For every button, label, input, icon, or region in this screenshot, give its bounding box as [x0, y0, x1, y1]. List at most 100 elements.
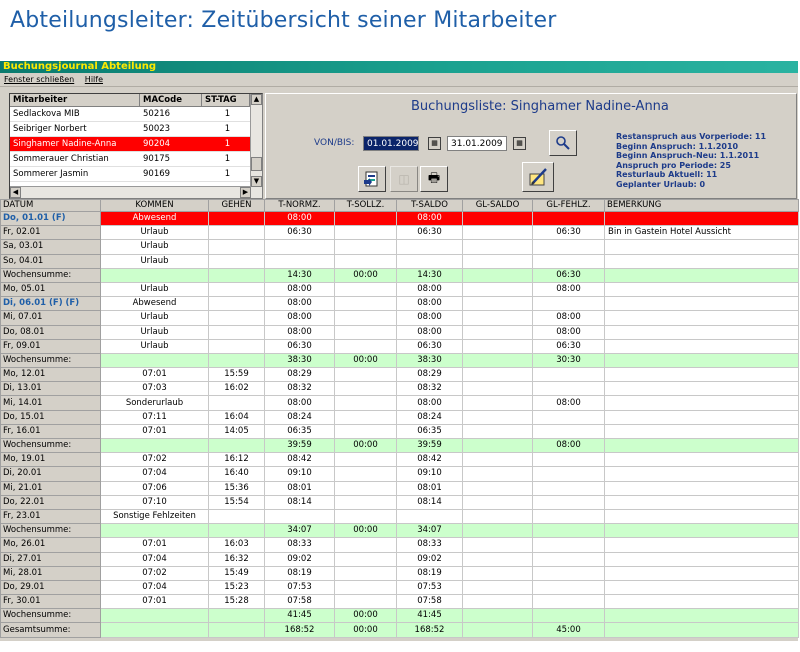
- column-header[interactable]: BEMERKUNG: [604, 199, 799, 212]
- table-cell: 06:30: [532, 338, 605, 354]
- scroll-left-icon[interactable]: ◀: [10, 187, 21, 198]
- table-cell: 00:00: [334, 622, 397, 638]
- table-row[interactable]: Mi, 07.01 Urlaub 08:00 08:00 08:00: [0, 310, 799, 326]
- table-row[interactable]: Do, 22.01 07:10 15:54 08:14 08:14: [0, 494, 799, 510]
- column-header[interactable]: GL-SALDO: [462, 199, 533, 212]
- table-cell: 07:01: [100, 367, 209, 383]
- scroll-up-icon[interactable]: ▲: [251, 94, 262, 105]
- disabled-button[interactable]: ◫: [390, 166, 418, 192]
- table-row[interactable]: Sa, 03.01 Urlaub: [0, 239, 799, 255]
- calendar-to-icon[interactable]: ▦: [513, 137, 526, 150]
- employee-sttag: 1: [224, 109, 231, 119]
- employee-row[interactable]: Sommerauer Christian 90175 1: [10, 152, 262, 167]
- scroll-down-icon[interactable]: ▼: [251, 176, 262, 187]
- edit-icon: [529, 168, 547, 186]
- table-row[interactable]: Di, 20.01 07:04 16:40 09:10 09:10: [0, 466, 799, 482]
- table-cell: Sonstige Fehlzeiten: [100, 508, 209, 525]
- date-from-field[interactable]: 01.01.2009: [363, 136, 419, 151]
- table-row[interactable]: Fr, 16.01 07:01 14:05 06:35 06:35: [0, 423, 799, 440]
- summary-row[interactable]: Wochensumme: 14:30 00:00 14:30 06:30: [0, 267, 799, 283]
- table-cell: 09:10: [264, 466, 335, 482]
- table-row[interactable]: Mo, 26.01 07:01 16:03 08:33 08:33: [0, 537, 799, 553]
- table-cell: [604, 452, 799, 468]
- scroll-right-icon[interactable]: ▶: [240, 187, 251, 198]
- column-header[interactable]: T-SALDO: [396, 199, 463, 212]
- table-row[interactable]: Do, 15.01 07:11 16:04 08:24 08:24: [0, 409, 799, 425]
- summary-row[interactable]: Wochensumme: 41:45 00:00 41:45: [0, 608, 799, 624]
- table-cell: [334, 210, 397, 227]
- table-row[interactable]: Mo, 19.01 07:02 16:12 08:42 08:42: [0, 452, 799, 468]
- table-row[interactable]: Di, 13.01 07:03 16:02 08:32 08:32: [0, 381, 799, 397]
- edit-button[interactable]: [522, 162, 554, 192]
- table-cell: Urlaub: [100, 225, 209, 241]
- menu-help[interactable]: Hilfe: [85, 75, 103, 84]
- table-cell: [208, 437, 265, 454]
- table-cell: [462, 579, 533, 596]
- employee-row[interactable]: Seibriger Norbert 50023 1: [10, 122, 262, 137]
- employee-list-hscrollbar[interactable]: ◀ ▶: [10, 186, 251, 198]
- table-row[interactable]: Mo, 05.01 Urlaub 08:00 08:00 08:00: [0, 281, 799, 298]
- scroll-thumb[interactable]: [251, 157, 262, 171]
- column-header[interactable]: GL-FEHLZ.: [532, 199, 605, 212]
- table-cell: 08:29: [264, 367, 335, 383]
- table-row[interactable]: So, 04.01 Urlaub: [0, 253, 799, 269]
- employee-row[interactable]: Singhamer Nadine-Anna 90204 1: [10, 137, 262, 152]
- table-cell: 07:06: [100, 480, 209, 496]
- menu-bar: Fenster schließen Hilfe: [0, 73, 798, 87]
- date-to-field[interactable]: 31.01.2009: [447, 136, 507, 151]
- calendar-from-icon[interactable]: ▦: [428, 137, 441, 150]
- table-row[interactable]: Fr, 09.01 Urlaub 06:30 06:30 06:30: [0, 338, 799, 354]
- summary-row[interactable]: Gesamtsumme: 168:52 00:00 168:52 45:00: [0, 622, 799, 638]
- table-cell: 08:32: [264, 381, 335, 397]
- table-row[interactable]: Mo, 12.01 07:01 15:59 08:29 08:29: [0, 367, 799, 383]
- table-cell: Mi, 28.01: [0, 565, 101, 581]
- table-row[interactable]: Mi, 21.01 07:06 15:36 08:01 08:01: [0, 480, 799, 496]
- table-cell: [462, 494, 533, 510]
- table-cell: [532, 565, 605, 581]
- table-cell: Abwesend: [100, 210, 209, 227]
- table-cell: [532, 466, 605, 482]
- table-row[interactable]: Do, 29.01 07:04 15:23 07:53 07:53: [0, 579, 799, 596]
- table-cell: 45:00: [532, 622, 605, 638]
- table-row[interactable]: Do, 01.01 (F) Abwesend 08:00 08:00: [0, 210, 799, 227]
- table-row[interactable]: Mi, 14.01 Sonderurlaub 08:00 08:00 08:00: [0, 395, 799, 411]
- column-header[interactable]: KOMMEN: [100, 199, 209, 212]
- table-cell: Urlaub: [100, 324, 209, 340]
- table-cell: [604, 239, 799, 255]
- column-header[interactable]: GEHEN: [208, 199, 265, 212]
- table-cell: [604, 480, 799, 496]
- table-cell: 08:19: [264, 565, 335, 581]
- menu-close-window[interactable]: Fenster schließen: [4, 75, 74, 84]
- table-cell: [208, 267, 265, 283]
- table-cell: 34:07: [264, 523, 335, 539]
- column-header[interactable]: DATUM: [0, 199, 101, 212]
- employee-list[interactable]: Mitarbeiter MACode ST-TAG Sedlackova MIB…: [9, 93, 263, 199]
- table-row[interactable]: Fr, 02.01 Urlaub 06:30 06:30 06:30 Bin in Gas…: [0, 225, 799, 241]
- employee-row[interactable]: Sedlackova MIB 50216 1: [10, 107, 262, 122]
- table-row[interactable]: Di, 06.01 (F) (F) Abwesend 08:00 08:00: [0, 296, 799, 312]
- summary-row[interactable]: Wochensumme: 38:30 00:00 38:30 30:30: [0, 352, 799, 369]
- table-row[interactable]: Do, 08.01 Urlaub 08:00 08:00 08:00: [0, 324, 799, 340]
- table-cell: [532, 423, 605, 440]
- employee-col-name[interactable]: Mitarbeiter: [10, 94, 140, 107]
- table-cell: [264, 239, 335, 255]
- search-button[interactable]: [549, 130, 577, 156]
- table-row[interactable]: Fr, 23.01 Sonstige Fehlzeiten: [0, 508, 799, 525]
- table-cell: [462, 381, 533, 397]
- column-header[interactable]: T-NORMZ.: [264, 199, 335, 212]
- info-line: Geplanter Urlaub: 0: [616, 179, 706, 189]
- employee-row[interactable]: Sommerer Jasmin 90169 1: [10, 167, 262, 182]
- print-button[interactable]: 🖶: [420, 166, 448, 192]
- table-cell: [334, 565, 397, 581]
- employee-col-sttag[interactable]: ST-TAG: [202, 94, 250, 107]
- table-row[interactable]: Mi, 28.01 07:02 15:49 08:19 08:19: [0, 565, 799, 581]
- column-header[interactable]: T-SOLLZ.: [334, 199, 397, 212]
- export-button[interactable]: [358, 166, 386, 192]
- summary-row[interactable]: Wochensumme: 39:59 00:00 39:59 08:00: [0, 437, 799, 454]
- table-row[interactable]: Di, 27.01 07:04 16:32 09:02 09:02: [0, 551, 799, 567]
- employee-list-scrollbar[interactable]: ▲ ▼: [250, 94, 262, 198]
- table-cell: 09:02: [264, 551, 335, 567]
- summary-row[interactable]: Wochensumme: 34:07 00:00 34:07: [0, 523, 799, 539]
- employee-col-code[interactable]: MACode: [140, 94, 202, 107]
- table-row[interactable]: Fr, 30.01 07:01 15:28 07:58 07:58: [0, 594, 799, 610]
